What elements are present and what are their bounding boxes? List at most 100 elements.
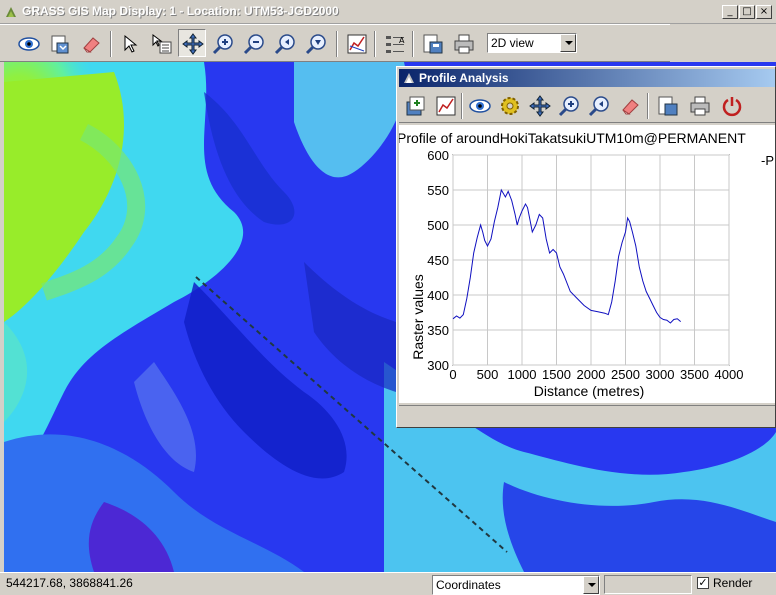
pointer-button[interactable]: [116, 29, 144, 57]
render-checkbox[interactable]: ✓: [697, 577, 709, 589]
zoom-in-icon: [558, 96, 579, 117]
x-tick-label: 500: [477, 367, 499, 382]
print-button[interactable]: [449, 29, 477, 57]
print-button[interactable]: [685, 91, 713, 119]
legend-icon: A: [386, 36, 405, 53]
maximize-button[interactable]: □: [739, 5, 755, 19]
zoom-menu-icon: [305, 34, 326, 55]
draw-transect-button[interactable]: [431, 91, 459, 119]
y-tick-label: 450: [427, 253, 449, 268]
zoom-back-icon: [274, 34, 295, 55]
profile-title-bar: Profile Analysis: [399, 69, 775, 87]
status-mode-select[interactable]: Coordinates: [432, 575, 600, 595]
pan-icon: [182, 33, 204, 55]
chevron-down-icon[interactable]: [583, 576, 599, 594]
x-tick-label: 2500: [611, 367, 640, 382]
printer-icon: [690, 96, 710, 116]
status-bar: 544217.68, 3868841.26 Coordinates: [0, 572, 776, 595]
render-map-button[interactable]: [45, 29, 73, 57]
render-icon: [51, 35, 69, 54]
zoom-menu-button[interactable]: [302, 29, 330, 57]
analyze-button[interactable]: [342, 29, 370, 57]
gear-icon: [501, 97, 519, 115]
grass-app-icon: [404, 73, 414, 83]
window-title: GRASS GIS Map Display: 1 - Location: UTM…: [22, 4, 339, 18]
toolbar-separator: [110, 31, 112, 57]
zoom-in-button[interactable]: [555, 91, 583, 119]
title-bar: GRASS GIS Map Display: 1 - Location: UTM…: [0, 0, 776, 24]
zoom-out-button[interactable]: [240, 29, 268, 57]
profile-analysis-window: Profile Analysis Profile of aroundHokiTa…: [396, 66, 776, 428]
x-tick-label: 0: [449, 367, 456, 382]
x-tick-label: 1000: [508, 367, 537, 382]
save-icon: [423, 34, 443, 54]
grass-app-icon: [6, 7, 16, 17]
view-mode-select[interactable]: 2D view: [487, 33, 577, 53]
zoom-out-icon: [243, 34, 264, 55]
toolbar-separator: [374, 31, 376, 57]
toolbar-separator: [461, 93, 463, 119]
view-mode-value: 2D view: [491, 36, 534, 50]
pointer-icon: [124, 34, 138, 53]
save-button[interactable]: [418, 29, 446, 57]
eraser-icon: [83, 37, 100, 53]
query-button[interactable]: [147, 29, 175, 57]
eye-icon: [469, 99, 491, 113]
printer-icon: [454, 34, 474, 54]
chart-ticks: 0 500 1000 1500 2000 2500 3000 3500 4000 300 350 40…: [427, 148, 743, 382]
map-display-window: GRASS GIS Map Display: 1 - Location: UTM…: [0, 0, 776, 595]
profile-icon: [436, 96, 456, 116]
pan-icon: [529, 95, 551, 117]
toolbar-separator: [336, 31, 338, 57]
y-tick-label: 500: [427, 218, 449, 233]
y-tick-label: 400: [427, 288, 449, 303]
settings-button[interactable]: [495, 91, 523, 119]
x-tick-label: 3500: [680, 367, 709, 382]
zoom-in-icon: [212, 34, 233, 55]
chevron-down-icon[interactable]: [560, 34, 576, 52]
toolbar-separator: [412, 31, 414, 57]
display-button[interactable]: [465, 91, 493, 119]
zoom-in-button[interactable]: [209, 29, 237, 57]
y-tick-label: 600: [427, 148, 449, 163]
profile-chart: Profile of aroundHokiTakatsukiUTM10m@PER…: [399, 130, 774, 399]
chart-grid: [452, 154, 730, 366]
chart-title: Profile of aroundHokiTakatsukiUTM10m@PER…: [399, 130, 746, 146]
y-tick-label: 550: [427, 183, 449, 198]
save-button[interactable]: [653, 91, 681, 119]
power-icon: [722, 97, 742, 117]
erase-button[interactable]: [615, 91, 643, 119]
pan-button[interactable]: [178, 29, 206, 57]
status-field-empty: [604, 575, 692, 594]
x-tick-label: 3000: [646, 367, 675, 382]
query-icon: [152, 34, 172, 54]
overlay-decorations-button[interactable]: A: [380, 29, 408, 57]
render-label: Render: [713, 576, 753, 590]
analyze-icon: [347, 34, 367, 54]
erase-button[interactable]: [76, 29, 104, 57]
zoom-back-button[interactable]: [271, 29, 299, 57]
map-toolbar: A 2D view: [0, 24, 670, 62]
profile-window-title: Profile Analysis: [419, 71, 509, 85]
status-mode-value: Coordinates: [436, 578, 501, 592]
y-tick-label: 350: [427, 323, 449, 338]
eye-icon: [18, 37, 40, 51]
profile-status-bar: [399, 405, 775, 425]
add-raster-button[interactable]: [401, 91, 429, 119]
minimize-button[interactable]: _: [722, 5, 738, 19]
profile-plot[interactable]: Profile of aroundHokiTakatsukiUTM10m@PER…: [399, 125, 775, 403]
close-button[interactable]: ×: [756, 5, 772, 19]
svg-text:A: A: [399, 36, 405, 45]
x-tick-label: 2000: [577, 367, 606, 382]
zoom-back-icon: [588, 96, 609, 117]
zoom-back-button[interactable]: [585, 91, 613, 119]
display-map-button[interactable]: [14, 29, 42, 57]
pan-button[interactable]: [525, 91, 553, 119]
quit-button[interactable]: [717, 91, 745, 119]
add-raster-icon: [406, 96, 425, 116]
legend-fragment: -P: [761, 153, 774, 168]
x-tick-label: 4000: [715, 367, 744, 382]
y-tick-label: 300: [427, 358, 449, 373]
x-axis-label: Distance (metres): [534, 383, 644, 399]
coordinates-readout: 544217.68, 3868841.26: [6, 576, 133, 590]
